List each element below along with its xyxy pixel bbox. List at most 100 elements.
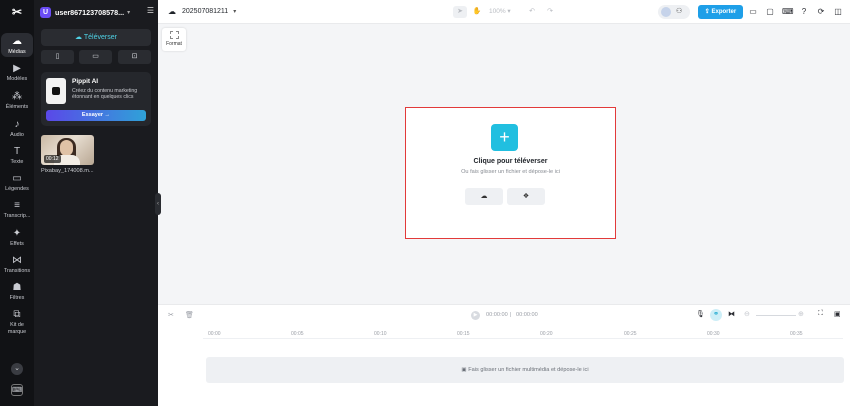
collaborators[interactable]: ⚇	[658, 5, 690, 19]
try-button[interactable]: Essayer →	[46, 110, 146, 121]
music-note-icon: ♪	[14, 119, 20, 130]
cloud-upload-icon: ☁	[75, 34, 84, 41]
rail-item-filtres[interactable]: ☗ Filtres	[1, 282, 33, 302]
rail-item-elements[interactable]: ⁂ Éléments	[1, 91, 33, 111]
captions-icon: ▭	[12, 173, 22, 184]
export-icon: ⇪	[704, 9, 712, 15]
ruler-tick: 00:10	[374, 331, 387, 337]
rail-item-modeles[interactable]: ▶ Modèles	[1, 63, 33, 83]
rail-item-effets[interactable]: ✦ Effets	[1, 228, 33, 248]
rail-item-transcription[interactable]: ≡ Transcrip...	[1, 200, 33, 220]
expand-chevron-icon[interactable]: ⌄	[11, 363, 23, 375]
video-camera-icon: ▭	[92, 53, 99, 60]
ruler-tick: 00:35	[790, 331, 803, 337]
capcut-logo[interactable]: ✂	[9, 6, 25, 18]
audio-split-icon[interactable]: ⧓	[728, 310, 735, 318]
transcript-icon: ≡	[14, 200, 20, 211]
play-icon[interactable]: ▶	[471, 311, 480, 320]
add-user-icon: ⚇	[676, 8, 683, 15]
camera-source-button[interactable]: ▭	[79, 50, 112, 64]
promo-title: Pippit AI	[72, 78, 99, 85]
media-duration: 00:12	[44, 155, 61, 163]
link-icon[interactable]: ⚭	[710, 309, 722, 321]
cloud-upload-icon: ☁	[12, 36, 22, 47]
collapse-panel-handle[interactable]: ‹	[155, 193, 161, 215]
rail-item-medias[interactable]: ☁ Médias	[1, 33, 33, 57]
zoom-slider[interactable]	[756, 315, 796, 316]
keyboard-shortcuts-icon[interactable]: ⌨	[11, 384, 23, 396]
help-icon[interactable]: ?	[799, 6, 809, 18]
chevron-down-icon: ▾	[127, 9, 131, 16]
timeline-drop-area[interactable]: ▣ Fais glisser un fichier multimédia et …	[206, 357, 844, 383]
ruler-tick: 00:05	[291, 331, 304, 337]
elements-icon: ⁂	[12, 91, 22, 102]
collaborator-avatar	[661, 7, 671, 17]
dropbox-button[interactable]: ❖	[507, 188, 545, 205]
cloud-drive-icon: ☁	[480, 193, 488, 200]
menu-icon[interactable]: ☰	[147, 6, 154, 15]
microphone-icon[interactable]: 🎙	[696, 310, 705, 318]
layout-icon[interactable]: ◫	[833, 6, 843, 18]
user-avatar: U	[40, 6, 51, 18]
dropbox-icon: ❖	[522, 193, 530, 200]
ruler-tick: 00:25	[624, 331, 637, 337]
format-icon	[169, 31, 179, 39]
media-panel: U user867123708578... ▾ ☰ ☁ Téléverser ▯…	[34, 0, 158, 406]
timeline: ✂ 🗑 ▶ 00:00:00 | 00:00:00 🎙 ⚭ ⧓ ⊖ ⊕ ⛶ ▣ …	[158, 304, 850, 406]
hand-tool-icon[interactable]: ✋	[471, 6, 483, 18]
project-title[interactable]: ☁ 202507081211 ▾	[168, 7, 236, 16]
plus-icon[interactable]: +	[491, 124, 518, 151]
current-time: 00:00:00	[486, 312, 508, 318]
comment-icon[interactable]: ▢	[765, 6, 775, 18]
chevron-down-icon: ▾	[233, 9, 237, 15]
drop-title: Clique pour téléverser	[473, 158, 548, 165]
pippit-promo-card: Pippit AI Créez du contenu marketing éto…	[41, 72, 151, 126]
fit-icon[interactable]: ⛶	[818, 310, 823, 318]
rail-item-transitions[interactable]: ⋈ Transitions	[1, 255, 33, 275]
phone-icon: ▯	[55, 53, 60, 60]
account-switcher[interactable]: U user867123708578... ▾	[40, 5, 154, 19]
undo-icon[interactable]: ↶	[526, 6, 538, 18]
zoom-in-icon[interactable]: ⊕	[798, 310, 804, 318]
cloud-drive-button[interactable]: ☁	[465, 188, 503, 205]
fullscreen-icon[interactable]: ▣	[834, 310, 841, 318]
redo-icon[interactable]: ↷	[544, 6, 556, 18]
rail-item-audio[interactable]: ♪ Audio	[1, 119, 33, 139]
split-icon[interactable]: ✂	[168, 311, 174, 319]
username: user867123708578...	[55, 7, 125, 17]
upload-drop-zone[interactable]: + Clique pour téléverser Ou fais glisser…	[405, 107, 616, 239]
brand-kit-icon: ⧉	[13, 309, 21, 320]
left-rail: ✂ ☁ Médias ▶ Modèles ⁂ Éléments ♪ Audio …	[0, 0, 34, 406]
drop-subtitle: Ou fais glisser un fichier et dépose-le …	[461, 169, 560, 175]
present-icon[interactable]: ▭	[748, 6, 758, 18]
export-button[interactable]: ⇪ Exporter	[698, 5, 743, 19]
top-bar: ☁ 202507081211 ▾ ➤ ✋ 100% ▾ ↶ ↷ ⚇ ⇪ Expo…	[158, 0, 850, 24]
rail-item-texte[interactable]: T Texte	[1, 146, 33, 166]
history-icon[interactable]: ⟳	[816, 6, 826, 18]
template-icon: ▶	[13, 63, 21, 74]
rail-item-kit-de-marque[interactable]: ⧉ Kit de marque	[1, 309, 33, 335]
text-icon: T	[13, 146, 21, 157]
phone-source-button[interactable]: ▯	[41, 50, 74, 64]
filters-icon: ☗	[12, 282, 22, 293]
ruler-tick: 00:15	[457, 331, 470, 337]
format-button[interactable]: Format	[162, 28, 186, 51]
zoom-out-icon[interactable]: ⊖	[744, 310, 750, 318]
media-filename: Pixabay_174008.m...	[41, 168, 94, 174]
media-thumbnail[interactable]: 00:12	[41, 135, 94, 165]
total-time: 00:00:00	[516, 312, 538, 318]
cloud-icon: ☁	[168, 7, 176, 16]
delete-icon[interactable]: 🗑	[185, 311, 194, 319]
screen-icon: ⊡	[131, 53, 138, 60]
ruler-tick: 00:20	[540, 331, 553, 337]
promo-text: Créez du contenu marketing étonnant en q…	[72, 88, 138, 101]
zoom-level[interactable]: 100% ▾	[489, 6, 511, 18]
keyboard-icon[interactable]: ⌨	[782, 6, 794, 18]
upload-button[interactable]: ☁ Téléverser	[41, 29, 151, 46]
ruler-tick: 00:30	[707, 331, 720, 337]
ruler-tick: 00:00	[208, 331, 221, 337]
select-tool-icon[interactable]: ➤	[453, 6, 467, 18]
transitions-icon: ⋈	[12, 255, 22, 266]
rail-item-legendes[interactable]: ▭ Légendes	[1, 173, 33, 193]
screen-record-button[interactable]: ⊡	[118, 50, 151, 64]
